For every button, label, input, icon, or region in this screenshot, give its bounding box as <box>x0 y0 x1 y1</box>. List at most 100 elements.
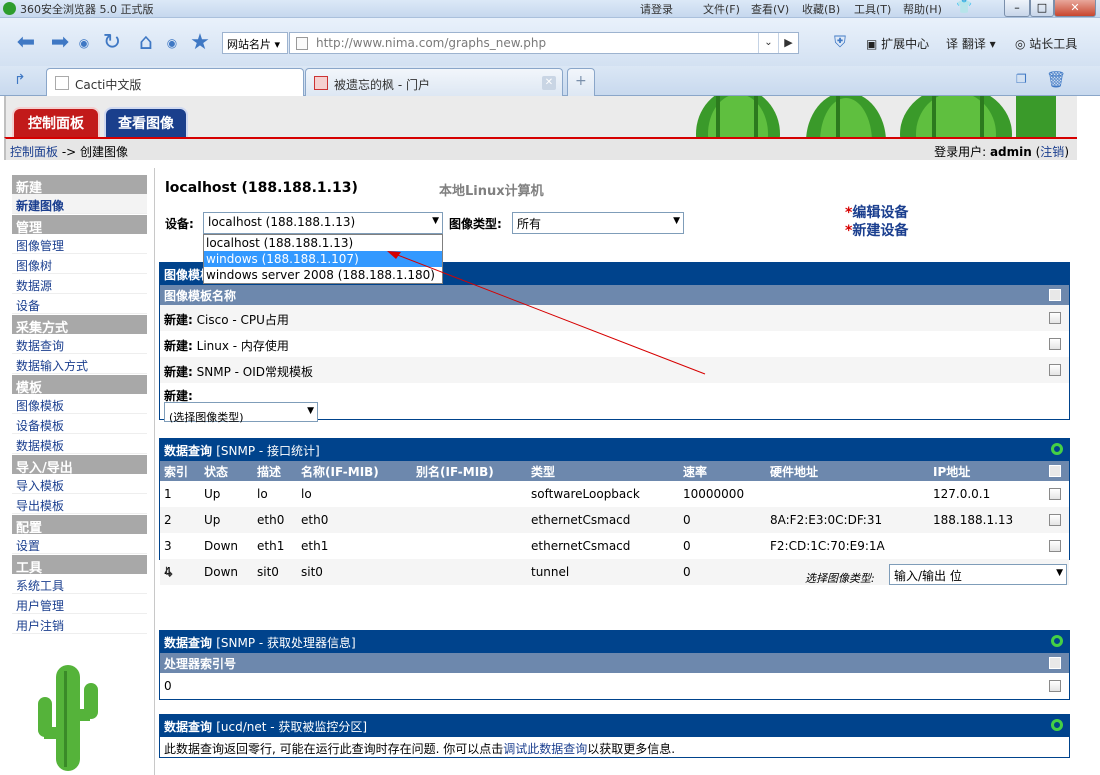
translate-button[interactable]: 译 翻译 ▾ <box>946 35 996 52</box>
table-cell: 3 <box>164 539 172 553</box>
webmaster-tools-button[interactable]: ◎ 站长工具 <box>1015 35 1077 52</box>
graph-type-value: 所有 <box>517 217 542 231</box>
table-cell: sit0 <box>257 565 279 579</box>
row-checkbox[interactable] <box>1049 312 1061 324</box>
tab-label: 被遗忘的枫 - 门户 <box>334 78 430 92</box>
cactus-banner-icon <box>696 96 1056 137</box>
sidebar-section-header: 模板 <box>12 374 147 396</box>
address-bar[interactable]: http://www.nima.com/graphs_new.php ⌄ ▶ <box>289 32 799 54</box>
tab-portal[interactable]: 被遗忘的枫 - 门户 ✕ <box>305 68 563 96</box>
closed-tabs-icon[interactable]: ❐ <box>1016 72 1027 86</box>
edit-device-link[interactable]: 编辑设备 <box>852 205 908 221</box>
panel-title: 数据查询 [SNMP - 获取处理器信息] <box>160 631 1069 653</box>
go-icon[interactable]: ▶ <box>778 33 798 53</box>
device-select[interactable]: localhost (188.188.1.13) ▼ <box>203 212 443 234</box>
message-text: 此数据查询返回零行, 可能在运行此查询时存在问题. 你可以点击 <box>164 742 504 756</box>
device-option[interactable]: windows server 2008 (188.188.1.180) <box>204 267 442 283</box>
browser-title: 360安全浏览器 5.0 正式版 <box>20 3 154 16</box>
menu-file[interactable]: 文件(F) <box>703 1 740 17</box>
select-all-checkbox[interactable] <box>1049 657 1061 669</box>
menu-view[interactable]: 查看(V) <box>751 1 789 17</box>
graph-templates-panel: 图像模板 图像模板名称 新建: Cisco - CPU占用 新建: Linux … <box>159 262 1070 424</box>
refresh-icon[interactable]: ↻ <box>100 31 124 55</box>
row-checkbox[interactable] <box>1049 514 1061 526</box>
site-card-combo[interactable]: 网站名片 ▾ <box>222 32 288 54</box>
home-icon[interactable]: ⌂ <box>134 31 158 55</box>
select-all-checkbox[interactable] <box>1049 465 1061 477</box>
status-ok-icon[interactable] <box>1051 443 1063 455</box>
home-dropdown-icon[interactable]: ◉ <box>160 31 184 55</box>
logout-link[interactable]: 注销 <box>1040 145 1064 159</box>
select-all-checkbox[interactable] <box>1049 289 1061 301</box>
tab-console[interactable]: 控制面板 <box>12 107 100 137</box>
sidebar-toggle-icon[interactable]: ↱ <box>14 72 26 88</box>
status-ok-icon[interactable] <box>1051 719 1063 731</box>
skin-icon[interactable]: 👕 <box>956 0 972 15</box>
maximize-button[interactable]: □ <box>1030 0 1054 17</box>
if-graph-type-select[interactable]: 输入/输出 位 ▼ <box>889 564 1067 585</box>
sidebar-item[interactable]: 图像模板 <box>12 394 147 414</box>
sidebar-item[interactable]: 设备模板 <box>12 414 147 434</box>
status-ok-icon[interactable] <box>1051 635 1063 647</box>
sidebar-item[interactable]: 数据查询 <box>12 334 147 354</box>
sidebar-item[interactable]: 数据输入方式 <box>12 354 147 374</box>
sidebar-item[interactable]: 新建图像 <box>12 194 147 214</box>
sidebar-item[interactable]: 设备 <box>12 294 147 314</box>
new-graph-row: 新建: (选择图像类型) ▼ <box>160 383 1069 424</box>
sidebar-item[interactable]: 用户管理 <box>12 594 147 614</box>
shield-icon[interactable]: ⛨ <box>834 32 846 52</box>
close-window-button[interactable]: ✕ <box>1054 0 1096 17</box>
debug-query-link[interactable]: 调试此数据查询 <box>503 742 587 756</box>
history-dropdown-icon[interactable]: ◉ <box>72 31 96 55</box>
new-device-link[interactable]: 新建设备 <box>852 223 908 239</box>
tab-graphs[interactable]: 查看图像 <box>104 107 188 137</box>
forward-icon[interactable]: ➡ <box>48 31 72 55</box>
no-rows-message: 此数据查询返回零行, 可能在运行此查询时存在问题. 你可以点击调试此数据查询以获… <box>160 737 1069 760</box>
row-checkbox[interactable] <box>1049 540 1061 552</box>
extension-center-button[interactable]: ▣ 扩展中心 <box>866 35 929 52</box>
menu-login[interactable]: 请登录 <box>640 1 673 17</box>
if-graph-type-value: 输入/输出 位 <box>894 569 962 583</box>
sidebar-item[interactable]: 导入模板 <box>12 474 147 494</box>
new-select-value: (选择图像类型) <box>169 411 244 424</box>
close-tab-icon[interactable]: ✕ <box>542 76 556 90</box>
trash-icon[interactable]: 🗑 <box>1046 70 1066 89</box>
table-cell: F2:CD:1C:70:E9:1A <box>770 539 885 553</box>
row-checkbox[interactable] <box>1049 488 1061 500</box>
back-icon[interactable]: ⬅ <box>14 31 38 55</box>
favorite-star-icon[interactable]: ★ <box>188 31 212 55</box>
device-option-highlighted[interactable]: windows (188.188.1.107) <box>204 251 442 267</box>
sidebar-item[interactable]: 图像树 <box>12 254 147 274</box>
sidebar-item[interactable]: 用户注销 <box>12 614 147 634</box>
cactus-logo-icon <box>38 665 98 771</box>
new-prefix: 新建: <box>164 365 193 379</box>
sidebar-item[interactable]: 数据源 <box>12 274 147 294</box>
row-checkbox[interactable] <box>1049 680 1061 692</box>
graph-type-select[interactable]: 所有 ▼ <box>512 212 684 234</box>
sidebar-item[interactable]: 导出模板 <box>12 494 147 514</box>
row-checkbox[interactable] <box>1049 364 1061 376</box>
menu-favorites[interactable]: 收藏(B) <box>802 1 840 17</box>
sidebar-item[interactable]: 设置 <box>12 534 147 554</box>
sidebar-section-header: 工具 <box>12 554 147 576</box>
device-option[interactable]: localhost (188.188.1.13) <box>204 235 442 251</box>
tab-cacti[interactable]: Cacti中文版 <box>46 68 304 97</box>
sidebar-item[interactable]: 图像管理 <box>12 234 147 254</box>
sidebar-item[interactable]: 数据模板 <box>12 434 147 454</box>
chevron-down-icon: ▼ <box>1056 568 1063 578</box>
new-tab-button[interactable]: + <box>567 68 595 96</box>
menu-help[interactable]: 帮助(H) <box>903 1 942 17</box>
chevron-down-icon: ▼ <box>432 216 439 226</box>
url-dropdown-icon[interactable]: ⌄ <box>758 33 778 53</box>
new-prefix: 新建: <box>164 389 193 403</box>
column-label: 处理器索引号 <box>164 657 237 671</box>
graph-type-select-new[interactable]: (选择图像类型) ▼ <box>164 402 318 424</box>
maple-icon <box>314 76 328 90</box>
menu-tools[interactable]: 工具(T) <box>854 1 891 17</box>
row-checkbox[interactable] <box>1049 338 1061 350</box>
column-label: 类型 <box>531 465 556 479</box>
sidebar-item[interactable]: 系统工具 <box>12 574 147 594</box>
breadcrumb-home-link[interactable]: 控制面板 <box>10 145 58 159</box>
device-actions: *编辑设备 *新建设备 <box>845 204 908 240</box>
minimize-button[interactable]: – <box>1004 0 1030 17</box>
